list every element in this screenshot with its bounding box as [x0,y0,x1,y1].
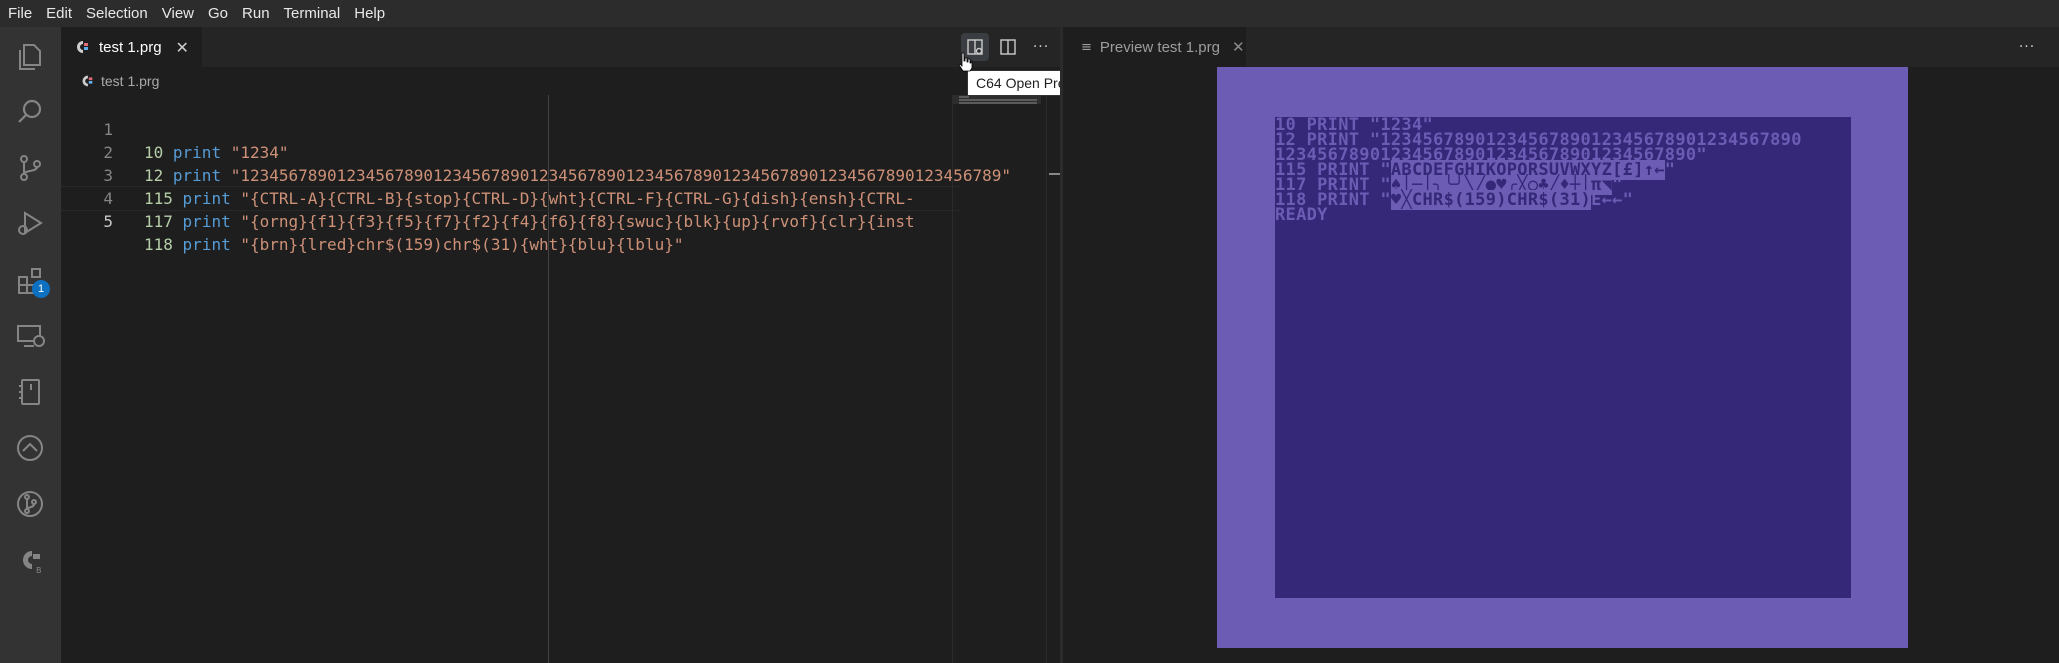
extensions-badge: 1 [32,280,50,298]
vertical-scrollbar[interactable] [1046,95,1060,663]
editor-tab-bar: test 1.prg ✕ ··· [61,27,1060,67]
preview-tab-label: Preview test 1.prg [1099,38,1220,56]
split-editor-icon [1000,39,1016,55]
line-code: 118 print "{brn}{lred}chr$(159)chr$(31){… [144,235,684,254]
code-line[interactable]: 3 115 print "{CTRL-A}{CTRL-B}{stop}{CTRL… [61,141,961,208]
menu-file[interactable]: File [0,0,39,27]
minimap-line [959,102,1037,104]
menu-selection[interactable]: Selection [79,0,155,27]
run-debug-icon[interactable] [10,204,50,244]
menu-run[interactable]: Run [235,0,277,27]
remote-explorer-icon[interactable] [10,316,50,356]
explorer-icon[interactable] [10,37,50,77]
git-graph-icon[interactable] [10,484,50,524]
c64-preview-pane: 10 PRINT "1234" 12 PRINT "12345678901234… [1063,67,2059,663]
search-icon[interactable] [10,92,50,132]
line-code: 117 print "{orng}{f1}{f3}{f5}{f7}{f2}{f4… [144,212,915,231]
activity-bar: 1 B [0,27,61,663]
c64-file-icon [77,41,88,53]
code-editor[interactable]: 1 10 print "1234" 2 12 print "1234567890… [61,95,1060,663]
c64-border: 10 PRINT "1234" 12 PRINT "12345678901234… [1217,67,1908,648]
svg-text:B: B [36,566,42,575]
arrow-up-circle-icon[interactable] [10,428,50,468]
code-line[interactable]: 1 10 print "1234" [61,95,961,162]
tab-label: test 1.prg [99,38,162,56]
code-line[interactable]: 4 117 print "{orng}{f1}{f3}{f5}{f7}{f2}{… [61,164,961,231]
c64-extension-icon[interactable]: B [10,540,50,580]
tab-preview-test-1-prg[interactable]: ≡ Preview test 1.prg ✕ [1063,27,1246,67]
minimap-line [959,99,1037,101]
breadcrumb: test 1.prg [61,67,1060,95]
breadcrumb-item[interactable]: test 1.prg [101,73,159,89]
tab-test-1-prg[interactable]: test 1.prg ✕ [61,27,202,67]
notebook-icon[interactable] [10,372,50,412]
more-actions-icon: ··· [1032,39,1050,55]
split-editor-button[interactable] [994,33,1022,61]
menu-edit[interactable]: Edit [39,0,79,27]
preview-tab-bar: ≡ Preview test 1.prg ✕ ··· [1063,27,2059,67]
c64-screen-line: READY [1275,205,1328,225]
minimap[interactable] [952,95,1041,663]
minimap-line [959,96,969,98]
menu-help[interactable]: Help [347,0,392,27]
code-line[interactable]: 2 12 print "1234567890123456789012345678… [61,118,1011,185]
preview-icon: ≡ [1081,39,1092,55]
menu-view[interactable]: View [155,0,201,27]
hand-pointer-icon [958,52,973,72]
line-number: 5 [103,212,113,231]
menu-go[interactable]: Go [201,0,235,27]
source-control-icon[interactable] [10,148,50,188]
c64-file-icon [82,75,93,87]
close-icon[interactable]: ✕ [176,38,189,57]
more-actions-icon: ··· [2018,39,2036,55]
c64-screen: 10 PRINT "1234" 12 PRINT "12345678901234… [1275,117,1851,598]
menu-terminal[interactable]: Terminal [277,0,348,27]
extensions-icon[interactable]: 1 [10,260,50,300]
c64-screen-line: 118 PRINT "♥╳CHR$(159)CHR$(31)E←←" [1275,190,1634,210]
more-actions-button[interactable]: ··· [1027,33,1055,61]
close-icon[interactable]: ✕ [1232,38,1245,56]
menu-bar: File Edit Selection View Go Run Terminal… [0,0,2059,27]
cursor-position-marker [1049,173,1060,175]
editor-actions: ··· [961,27,1060,67]
preview-more-actions-button[interactable]: ··· [2013,33,2041,61]
code-line-current[interactable]: 5 118 print "{brn}{lred}chr$(159)chr$(31… [61,186,961,254]
